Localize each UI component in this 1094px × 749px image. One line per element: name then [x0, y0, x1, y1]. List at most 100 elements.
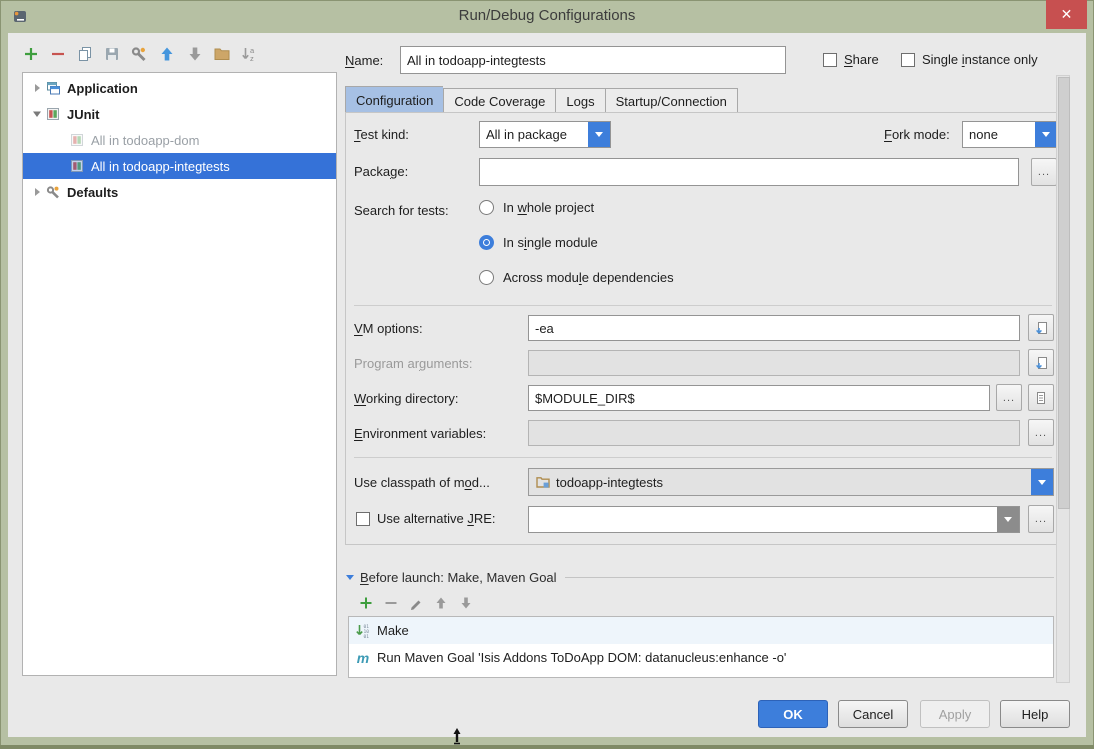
vm-options-expand-button[interactable] [1028, 314, 1054, 341]
tree-item-label: JUnit [67, 107, 100, 122]
classpath-value-wrap: todoapp-integtests [529, 469, 1031, 495]
arrow-up-icon [437, 598, 446, 609]
tab-startup-connection[interactable]: Startup/Connection [605, 88, 738, 113]
working-directory-macros-button[interactable] [1028, 384, 1054, 411]
radio-button[interactable] [479, 200, 494, 215]
maven-icon: m [355, 650, 371, 666]
working-directory-browse-button[interactable]: ... [996, 384, 1022, 411]
test-kind-combobox[interactable]: All in package [479, 121, 611, 148]
sort-configurations-button[interactable]: az [238, 43, 260, 65]
junit-icon [45, 106, 61, 122]
title-bar[interactable]: Run/Debug Configurations ✕ [0, 0, 1094, 33]
separator [354, 457, 1052, 458]
alt-jre-browse-button[interactable]: ... [1028, 505, 1054, 533]
before-launch-move-up-button[interactable] [431, 593, 451, 613]
dropdown-arrow-button[interactable] [1035, 122, 1057, 147]
working-directory-input[interactable] [528, 385, 990, 411]
chevron-down-icon[interactable] [31, 108, 45, 120]
radio-button[interactable] [479, 270, 494, 285]
create-folder-button[interactable] [211, 43, 233, 65]
save-configuration-button[interactable] [101, 43, 123, 65]
radio-button-selected[interactable] [479, 235, 494, 250]
collapse-triangle-icon[interactable] [346, 575, 354, 580]
sort-az-icon: az [240, 45, 259, 63]
expand-editor-icon [1033, 320, 1049, 336]
scrollbar-thumb[interactable] [1058, 77, 1070, 509]
before-launch-header[interactable]: Before launch: Make, Maven Goal [346, 570, 1054, 585]
alt-jre-value [529, 507, 997, 532]
tree-item-all-in-todoapp-integtests[interactable]: All in todoapp-integtests [23, 153, 336, 179]
share-checkbox-row[interactable]: Share [823, 52, 879, 67]
name-input[interactable] [400, 46, 786, 74]
chevron-down-icon [1038, 480, 1046, 485]
mouse-cursor [449, 726, 465, 749]
close-button[interactable]: ✕ [1046, 0, 1087, 29]
remove-configuration-button[interactable] [47, 43, 69, 65]
before-launch-move-down-button[interactable] [456, 593, 476, 613]
radio-in-single-module[interactable]: In single module [479, 235, 598, 250]
chevron-right-icon[interactable] [31, 186, 45, 198]
environment-variables-browse-button[interactable]: ... [1028, 419, 1054, 446]
environment-variables-input[interactable] [528, 420, 1020, 446]
svg-text:01: 01 [364, 634, 370, 639]
run-debug-configurations-dialog: Run/Debug Configurations ✕ az Applicatio… [0, 0, 1094, 749]
tree-item-application[interactable]: Application [23, 75, 336, 101]
move-down-button[interactable] [184, 43, 206, 65]
dropdown-arrow-button[interactable] [588, 122, 610, 147]
alt-jre-checkbox-row[interactable]: Use alternative JRE: [356, 511, 496, 526]
make-icon: 011001 [355, 623, 371, 639]
task-row-make[interactable]: 011001 Make [349, 617, 1053, 644]
program-arguments-expand-button[interactable] [1028, 349, 1054, 376]
tree-item-defaults[interactable]: Defaults [23, 179, 336, 205]
add-configuration-button[interactable] [20, 43, 42, 65]
wrench-icon [130, 45, 149, 63]
alt-jre-combobox[interactable] [528, 506, 1020, 533]
svg-text:z: z [250, 54, 254, 63]
radio-across-module-dependencies[interactable]: Across module dependencies [479, 270, 674, 285]
ok-button[interactable]: OK [758, 700, 828, 728]
before-launch-edit-button[interactable] [406, 593, 426, 613]
package-input[interactable] [479, 158, 1019, 186]
program-arguments-label: Program arguments: [354, 356, 473, 371]
help-button[interactable]: Help [1000, 700, 1070, 728]
chevron-down-icon [1042, 132, 1050, 137]
window-bottom-edge[interactable] [0, 745, 1094, 749]
package-label: Package: [354, 164, 408, 179]
before-launch-add-button[interactable] [356, 593, 376, 613]
move-up-button[interactable] [156, 43, 178, 65]
chevron-right-icon[interactable] [31, 82, 45, 94]
package-browse-button[interactable]: ... [1031, 158, 1057, 186]
radio-label: In single module [503, 235, 598, 250]
classpath-module-value: todoapp-integtests [556, 475, 663, 490]
arrow-down-icon [190, 48, 201, 61]
chevron-down-icon [1004, 517, 1012, 522]
fork-mode-combobox[interactable]: none [962, 121, 1058, 148]
dropdown-arrow-button[interactable] [1031, 469, 1053, 495]
tree-item-all-in-todoapp-dom[interactable]: All in todoapp-dom [23, 127, 336, 153]
search-for-tests-label: Search for tests: [354, 203, 449, 218]
task-row-maven-goal[interactable]: m Run Maven Goal 'Isis Addons ToDoApp DO… [349, 644, 1053, 671]
tab-configuration[interactable]: Configuration [345, 86, 443, 113]
junit-icon [69, 132, 85, 148]
share-checkbox[interactable] [823, 53, 837, 67]
before-launch-remove-button[interactable] [381, 593, 401, 613]
single-instance-checkbox[interactable] [901, 53, 915, 67]
share-label: Share [844, 52, 879, 67]
dropdown-arrow-button[interactable] [997, 507, 1019, 532]
single-instance-checkbox-row[interactable]: Single instance only [901, 52, 1038, 67]
alt-jre-checkbox[interactable] [356, 512, 370, 526]
vertical-scrollbar[interactable] [1056, 75, 1070, 683]
cancel-button[interactable]: Cancel [838, 700, 908, 728]
vm-options-label: VM options: [354, 321, 423, 336]
copy-configuration-button[interactable] [74, 43, 96, 65]
tab-logs[interactable]: Logs [555, 88, 604, 113]
edit-defaults-button[interactable] [128, 43, 150, 65]
radio-in-whole-project[interactable]: In whole project [479, 200, 594, 215]
arrow-up-icon [162, 48, 173, 61]
tab-code-coverage[interactable]: Code Coverage [443, 88, 555, 113]
classpath-module-combobox[interactable]: todoapp-integtests [528, 468, 1054, 496]
tree-item-junit[interactable]: JUnit [23, 101, 336, 127]
vm-options-input[interactable] [528, 315, 1020, 341]
dialog-content: az Application JUnit All in todoapp-dom … [8, 33, 1086, 737]
fork-mode-label: Fork mode: [884, 127, 950, 142]
